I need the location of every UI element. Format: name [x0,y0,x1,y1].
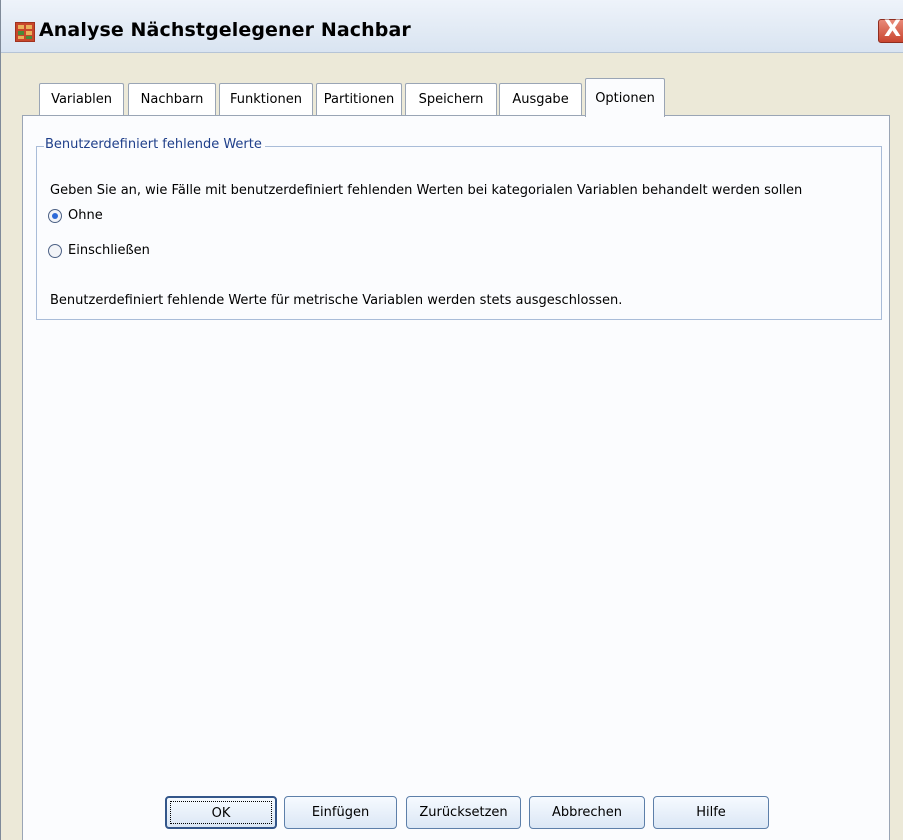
radio-exclude-label: Ohne [68,208,103,223]
ok-button[interactable]: OK [165,796,277,829]
tab-optionen[interactable]: Optionen [585,78,665,117]
tab-funktionen[interactable]: Funktionen [219,83,313,116]
radio-unselected-icon[interactable] [48,244,62,258]
help-button[interactable]: Hilfe [653,796,769,829]
app-icon [15,22,35,42]
radio-selected-icon[interactable] [48,209,62,223]
scale-note: Benutzerdefiniert fehlende Werte für met… [50,293,623,308]
tab-partitionen[interactable]: Partitionen [316,83,402,116]
missing-values-group: Benutzerdefiniert fehlende Werte Geben S… [36,137,882,320]
options-panel: Benutzerdefiniert fehlende Werte Geben S… [22,115,890,840]
dialog-window: Analyse Nächstgelegener Nachbar X Variab… [0,0,903,840]
focus-rect [170,801,272,824]
window-title: Analyse Nächstgelegener Nachbar [39,19,411,41]
tab-speichern[interactable]: Speichern [405,83,497,116]
close-icon: X [884,17,901,42]
group-legend: Benutzerdefiniert fehlende Werte [44,137,265,152]
tab-nachbarn[interactable]: Nachbarn [128,83,216,116]
paste-button[interactable]: Einfügen [284,796,397,829]
reset-button[interactable]: Zurücksetzen [406,796,521,829]
title-bar[interactable]: Analyse Nächstgelegener Nachbar X [1,0,903,53]
tab-ausgabe[interactable]: Ausgabe [499,83,582,116]
tab-variablen[interactable]: Variablen [39,83,124,116]
close-button[interactable]: X [878,17,903,43]
group-description: Geben Sie an, wie Fälle mit benutzerdefi… [50,183,803,198]
radio-include-label: Einschließen [68,243,150,258]
cancel-button[interactable]: Abbrechen [529,796,645,829]
